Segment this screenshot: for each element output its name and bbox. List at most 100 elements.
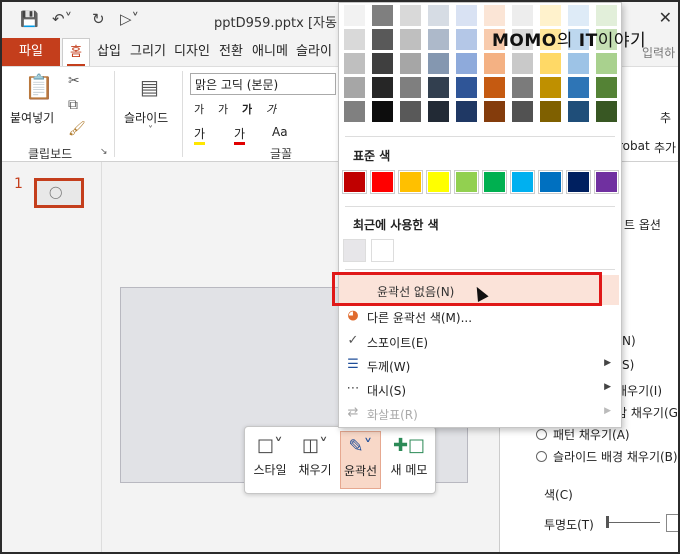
tab-insert[interactable]: 삽입	[94, 38, 124, 66]
recent-color-swatch[interactable]	[343, 239, 366, 262]
font-grow-icon[interactable]: 가	[194, 101, 204, 117]
theme-color-swatch[interactable]	[428, 29, 449, 50]
search-hint[interactable]: 입력하	[642, 44, 675, 61]
highlight-icon[interactable]: 가	[194, 125, 206, 145]
dashes-item[interactable]: ⋯ 대시(S) ▶	[341, 379, 619, 401]
theme-color-swatch[interactable]	[484, 101, 505, 122]
paste-icon[interactable]: 📋	[24, 73, 54, 101]
slide-thumbnail[interactable]: ◯	[34, 178, 84, 208]
transparency-input[interactable]	[666, 514, 678, 532]
tab-design[interactable]: 디자인	[172, 38, 212, 66]
theme-color-swatch[interactable]	[596, 5, 617, 26]
theme-color-swatch[interactable]	[456, 101, 477, 122]
theme-color-swatch[interactable]	[512, 77, 533, 98]
change-case-icon[interactable]: Aa	[272, 125, 288, 139]
theme-color-swatch[interactable]	[540, 53, 561, 74]
theme-color-swatch[interactable]	[484, 77, 505, 98]
theme-color-swatch[interactable]	[372, 53, 393, 74]
paste-button[interactable]: 붙여넣기	[10, 109, 54, 126]
theme-color-swatch[interactable]	[400, 5, 421, 26]
standard-color-swatch[interactable]	[426, 170, 451, 194]
standard-color-swatch[interactable]	[510, 170, 535, 194]
standard-color-swatch[interactable]	[370, 170, 395, 194]
bold-icon[interactable]: 가	[242, 101, 252, 117]
theme-color-swatch[interactable]	[344, 5, 365, 26]
theme-color-swatch[interactable]	[484, 53, 505, 74]
standard-color-swatch[interactable]	[538, 170, 563, 194]
save-icon[interactable]: 💾	[20, 10, 39, 28]
theme-color-swatch[interactable]	[540, 5, 561, 26]
more-outline-colors-item[interactable]: ◕ 다른 윤곽선 색(M)...	[341, 306, 619, 328]
recent-color-swatch[interactable]	[371, 239, 394, 262]
theme-color-swatch[interactable]	[344, 53, 365, 74]
standard-color-swatch[interactable]	[482, 170, 507, 194]
undo-icon[interactable]: ↶˅	[52, 10, 72, 28]
fill-option-3[interactable]: 채우기(I)	[616, 382, 662, 399]
new-comment-button[interactable]: ✚□ 새 메모	[387, 431, 431, 489]
theme-color-swatch[interactable]	[456, 77, 477, 98]
fill-option-4[interactable]: 감 채우기(G)	[616, 404, 678, 421]
transparency-slider-thumb[interactable]	[606, 516, 609, 528]
cut-icon[interactable]: ✂	[68, 73, 80, 89]
slide-background-fill-option[interactable]: 슬라이드 배경 채우기(B)	[536, 448, 678, 465]
theme-color-swatch[interactable]	[372, 5, 393, 26]
text-options-tab[interactable]: 트 옵션	[624, 216, 661, 233]
fill-option-1[interactable]: N)	[622, 334, 636, 348]
radio-button[interactable]	[536, 451, 547, 462]
slideshow-icon[interactable]: ▷˅	[120, 10, 139, 28]
tab-file[interactable]: 파일	[2, 38, 60, 66]
theme-color-swatch[interactable]	[344, 77, 365, 98]
pattern-fill-option[interactable]: 패턴 채우기(A)	[536, 426, 630, 443]
theme-color-swatch[interactable]	[456, 29, 477, 50]
weight-item[interactable]: ☰ 두께(W) ▶	[341, 355, 619, 377]
theme-color-swatch[interactable]	[540, 101, 561, 122]
format-painter-icon[interactable]: 🖌	[68, 121, 86, 137]
theme-color-swatch[interactable]	[596, 101, 617, 122]
theme-color-swatch[interactable]	[568, 53, 589, 74]
standard-color-swatch[interactable]	[342, 170, 367, 194]
theme-color-swatch[interactable]	[428, 101, 449, 122]
standard-color-swatch[interactable]	[398, 170, 423, 194]
theme-color-swatch[interactable]	[568, 5, 589, 26]
redo-icon[interactable]: ↻	[92, 10, 105, 28]
eyedropper-item[interactable]: ✓ 스포이트(E)	[341, 331, 619, 353]
tab-transitions[interactable]: 전환	[216, 38, 246, 66]
tab-slideshow[interactable]: 슬라이	[294, 38, 334, 66]
theme-color-swatch[interactable]	[596, 53, 617, 74]
theme-color-swatch[interactable]	[400, 77, 421, 98]
theme-color-swatch[interactable]	[344, 101, 365, 122]
theme-color-swatch[interactable]	[428, 77, 449, 98]
font-name-select[interactable]: 맑은 고딕 (본문)	[190, 73, 336, 95]
theme-color-swatch[interactable]	[428, 53, 449, 74]
fill-button[interactable]: ◫˅ 채우기	[295, 431, 335, 489]
transparency-slider[interactable]	[608, 522, 660, 523]
font-color-icon[interactable]: 가	[234, 125, 246, 145]
standard-color-swatch[interactable]	[454, 170, 479, 194]
theme-color-swatch[interactable]	[428, 5, 449, 26]
theme-color-swatch[interactable]	[512, 5, 533, 26]
theme-color-swatch[interactable]	[540, 77, 561, 98]
tab-animations[interactable]: 애니메	[250, 38, 290, 66]
close-icon[interactable]: ✕	[659, 8, 672, 27]
chevron-down-icon[interactable]: ˅	[148, 125, 153, 136]
new-slide-icon[interactable]: ▤	[140, 75, 159, 99]
theme-color-swatch[interactable]	[372, 77, 393, 98]
radio-button[interactable]	[536, 429, 547, 440]
standard-color-swatch[interactable]	[566, 170, 591, 194]
tab-draw[interactable]: 그리기	[128, 38, 168, 66]
theme-color-swatch[interactable]	[568, 101, 589, 122]
theme-color-swatch[interactable]	[372, 29, 393, 50]
theme-color-swatch[interactable]	[512, 101, 533, 122]
theme-color-swatch[interactable]	[456, 53, 477, 74]
theme-color-swatch[interactable]	[596, 77, 617, 98]
new-slide-button[interactable]: 슬라이드	[124, 109, 168, 126]
standard-color-swatch[interactable]	[594, 170, 619, 194]
theme-color-swatch[interactable]	[400, 53, 421, 74]
copy-icon[interactable]: ⧉	[68, 97, 78, 113]
theme-color-swatch[interactable]	[484, 5, 505, 26]
fill-option-2[interactable]: S)	[622, 358, 634, 372]
theme-color-swatch[interactable]	[512, 53, 533, 74]
theme-color-swatch[interactable]	[344, 29, 365, 50]
style-button[interactable]: □˅ 스타일	[251, 431, 289, 489]
outline-button[interactable]: ✎˅ 윤곽선	[340, 431, 381, 489]
